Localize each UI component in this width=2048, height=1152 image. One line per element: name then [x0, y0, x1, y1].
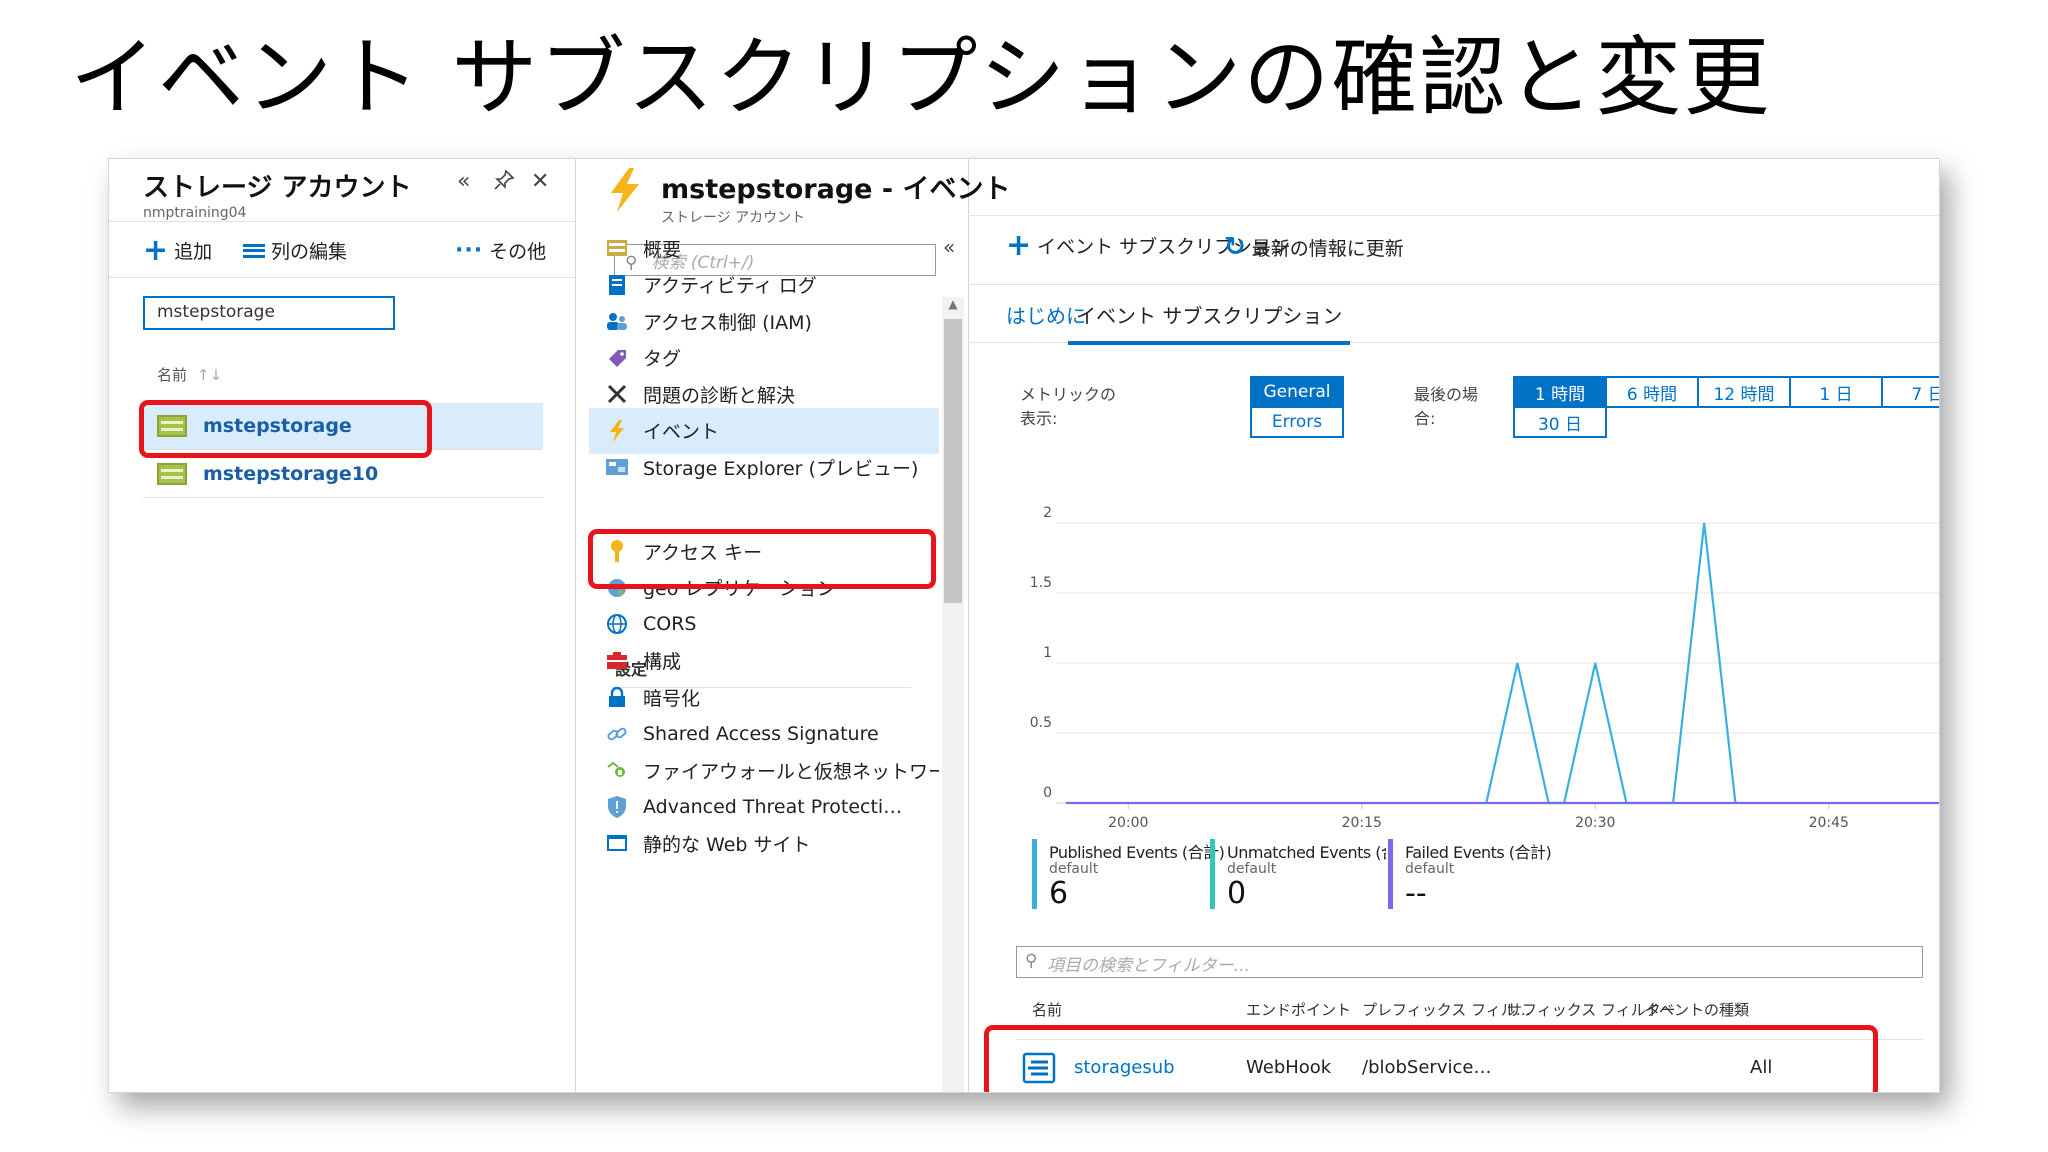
- wrench-icon: [605, 382, 629, 406]
- menu-item-label: ファイアウォールと仮想ネットワーク: [643, 760, 939, 783]
- menu-item-storage-explorer[interactable]: Storage Explorer (プレビュー): [589, 444, 939, 490]
- metric-failed-events[interactable]: Failed Events (合計) default --: [1388, 839, 1552, 911]
- x-tick-label: 20:45: [1809, 815, 1849, 831]
- blade-header: ストレージ アカウント nmptraining04: [143, 167, 412, 221]
- blade-title: mstepstorage - イベント: [661, 174, 1011, 205]
- more-label: その他: [489, 241, 547, 263]
- ellipsis-icon: ···: [455, 238, 484, 263]
- edit-columns-label: 列の編集: [271, 241, 348, 263]
- x-tick-label: 20:15: [1342, 815, 1382, 831]
- overview-icon: [605, 236, 629, 260]
- metric-resource: default: [1405, 861, 1455, 877]
- collapse-icon[interactable]: «: [943, 235, 955, 259]
- highlight-events-menu: [588, 529, 936, 589]
- y-tick-label: 1.5: [1030, 575, 1052, 591]
- columns-icon: [243, 243, 265, 258]
- metric-resource: default: [1227, 861, 1277, 877]
- scroll-up-icon[interactable]: ▲: [942, 297, 964, 317]
- account-filter-input[interactable]: mstepstorage: [143, 296, 395, 330]
- shield-icon: [605, 795, 629, 819]
- column-header-label: 名前: [157, 366, 188, 384]
- grid-filter-placeholder: 項目の検索とフィルター...: [1047, 956, 1250, 976]
- slide-title: イベント サブスクリプションの確認と変更: [70, 28, 1772, 128]
- account-name: mstepstorage10: [203, 463, 379, 485]
- menu-item-label: アクティビティ ログ: [643, 275, 817, 297]
- plus-icon: +: [143, 232, 169, 268]
- cors-icon: [605, 612, 629, 636]
- storage-accounts-blade: ストレージ アカウント nmptraining04 « ✕ + 追加 列の編集 …: [109, 159, 576, 1092]
- metric-name: Unmatched Events (合計): [1227, 843, 1386, 862]
- column-header-name[interactable]: 名前 ↑↓: [157, 364, 222, 385]
- link-icon: [605, 722, 629, 746]
- search-icon: ⚲: [1025, 951, 1038, 971]
- y-tick-label: 0.5: [1030, 715, 1052, 731]
- metric-unmatched-events[interactable]: Unmatched Events (合計) default 0: [1210, 839, 1386, 909]
- pin-icon[interactable]: [493, 169, 515, 197]
- storage-explorer-icon: [605, 455, 629, 479]
- iam-icon: [605, 309, 629, 333]
- storage-account-icon: [157, 463, 187, 485]
- menu-item-label: 問題の診断と解決: [643, 384, 796, 407]
- more-button[interactable]: ··· その他: [455, 237, 546, 264]
- blade-subtitle: nmptraining04: [143, 205, 247, 221]
- divider: [109, 277, 575, 278]
- highlight-selected-account: [139, 400, 432, 458]
- blade-title: ストレージ アカウント: [143, 173, 412, 203]
- menu-scrollbar[interactable]: ▲: [942, 297, 964, 1092]
- metric-resource: default: [1049, 861, 1099, 877]
- menu-item-label: Advanced Threat Protecti…: [643, 795, 903, 818]
- menu-item-label: 静的な Web サイト: [643, 833, 811, 856]
- grid-filter-input[interactable]: ⚲ 項目の検索とフィルター...: [1016, 946, 1923, 978]
- add-button[interactable]: + 追加: [143, 232, 213, 268]
- tag-icon: [605, 346, 629, 370]
- highlight-subscription-row: [984, 1025, 1878, 1092]
- row-divider: [143, 497, 543, 498]
- collapse-icon[interactable]: «: [457, 169, 470, 194]
- sort-icon[interactable]: ↑↓: [197, 366, 222, 384]
- grid-header-prefix-filter[interactable]: プレフィックス フィル…: [1362, 999, 1531, 1020]
- blade-header: mstepstorage - イベント ストレージ アカウント: [607, 167, 1010, 227]
- add-label: 追加: [174, 241, 213, 263]
- metric-value: 0: [1227, 876, 1247, 909]
- storage-menu-blade: mstepstorage - イベント ストレージ アカウント ⚲ 検索 (Ctr…: [577, 159, 1010, 1092]
- web-icon: [605, 831, 629, 855]
- x-tick-label: 20:00: [1108, 815, 1148, 831]
- scroll-thumb[interactable]: [944, 319, 962, 603]
- grid-header-name[interactable]: 名前: [1032, 999, 1062, 1020]
- y-tick-label: 0: [1043, 785, 1052, 801]
- menu-item-label: Shared Access Signature: [643, 722, 879, 745]
- menu-item-web[interactable]: 静的な Web サイト: [589, 820, 939, 866]
- activity-log-icon: [605, 273, 629, 297]
- lock-icon: [605, 685, 629, 709]
- grid-header-event-types[interactable]: イベントの種類: [1644, 999, 1749, 1020]
- bolt-icon: [611, 168, 639, 212]
- menu-item-label: 概要: [643, 238, 682, 261]
- metric-value: 6: [1049, 876, 1069, 911]
- x-tick-label: 20:30: [1575, 815, 1615, 831]
- metric-value: --: [1405, 876, 1427, 911]
- y-tick-label: 2: [1043, 505, 1052, 521]
- divider: [109, 221, 575, 222]
- menu-item-label: タグ: [643, 348, 682, 370]
- menu-item-label: 構成: [643, 651, 682, 673]
- portal-screenshot: ストレージ アカウント nmptraining04 « ✕ + 追加 列の編集 …: [108, 158, 1940, 1093]
- firewall-icon: [605, 758, 629, 782]
- events-content-blade: + イベント サブスクリプション ↻ 最新の情報に更新 はじめに イベント サブ…: [970, 159, 1939, 1092]
- grid-header-endpoint[interactable]: エンドポイント: [1246, 999, 1351, 1020]
- blade-subtitle: ストレージ アカウント: [661, 210, 806, 226]
- configuration-icon: [605, 649, 629, 673]
- menu-item-label: Storage Explorer (プレビュー): [643, 457, 919, 480]
- edit-columns-button[interactable]: 列の編集: [243, 237, 347, 264]
- y-tick-label: 1: [1043, 645, 1052, 661]
- menu-item-label: 暗号化: [643, 687, 701, 710]
- menu-item-label: イベント: [643, 421, 720, 443]
- menu-item-label: アクセス制御 (IAM): [643, 311, 812, 334]
- close-icon[interactable]: ✕: [531, 169, 549, 194]
- metric-name: Failed Events (合計): [1405, 843, 1552, 862]
- metric-published-events[interactable]: Published Events (合計) default 6: [1032, 839, 1225, 911]
- bolt-icon: [605, 419, 629, 443]
- metric-name: Published Events (合計): [1049, 843, 1225, 862]
- menu-item-label: CORS: [643, 613, 697, 635]
